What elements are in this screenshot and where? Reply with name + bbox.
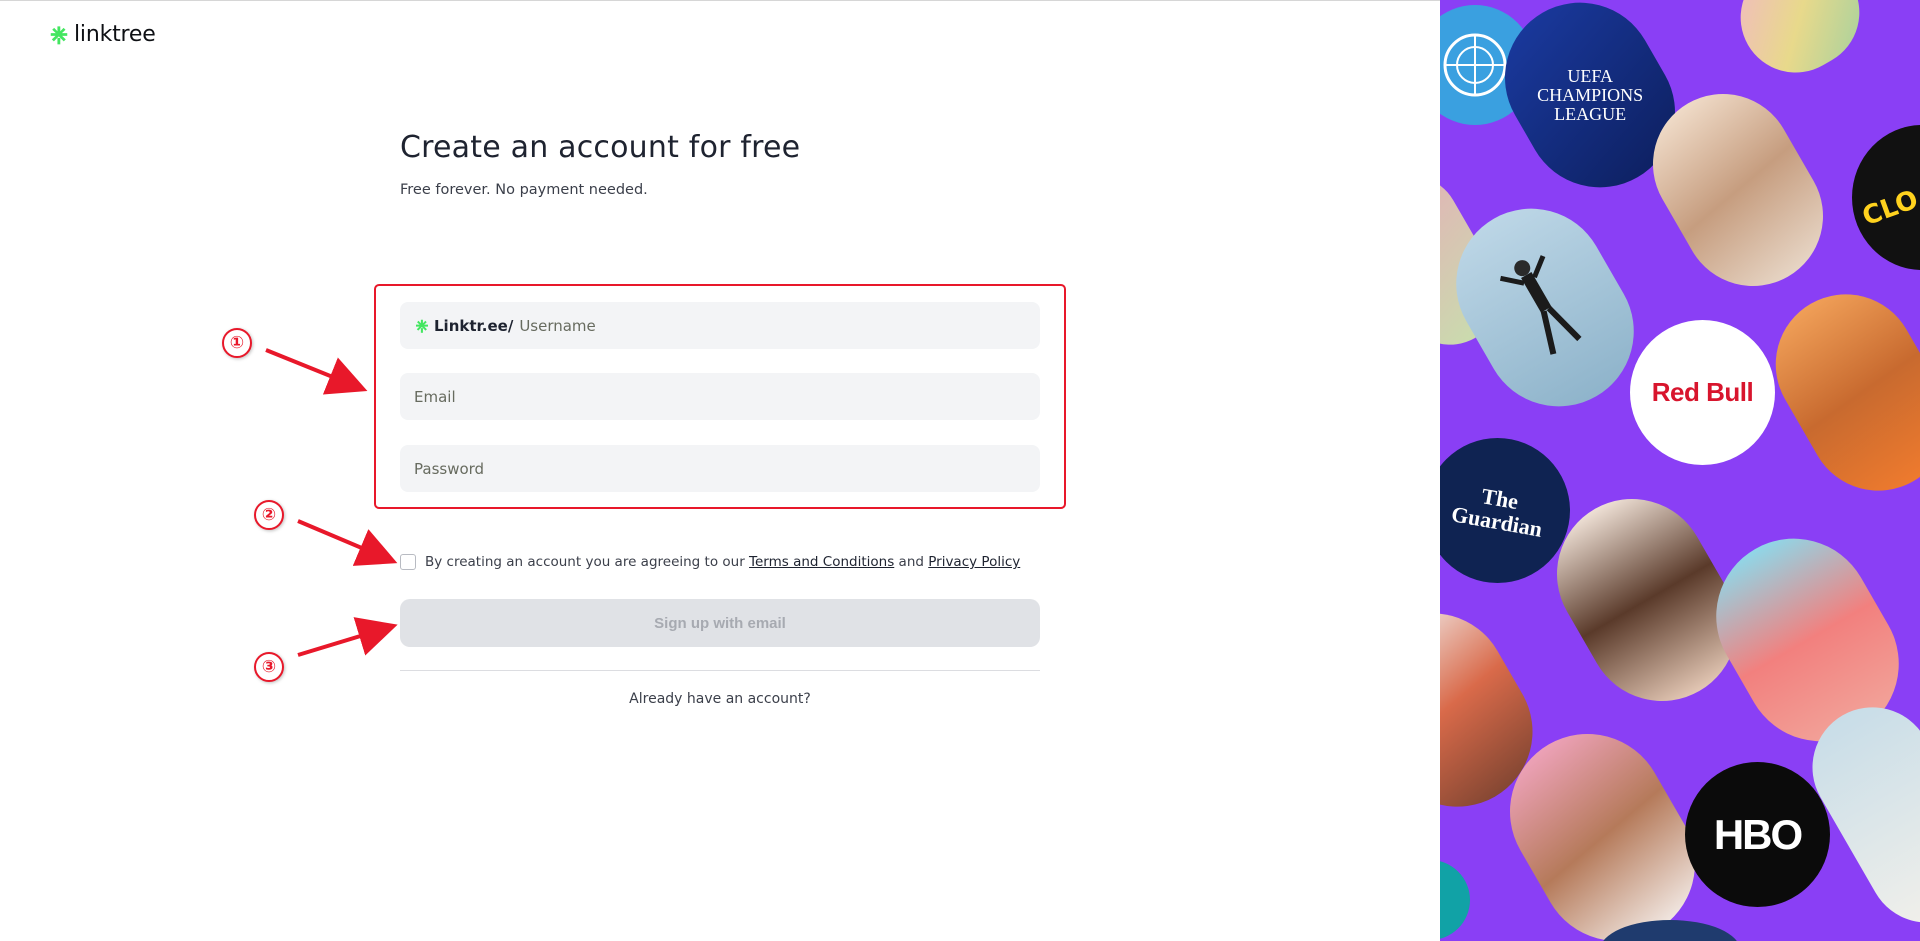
top-border — [0, 0, 1440, 1]
hbo-logo-tile: HBO — [1685, 762, 1830, 907]
signup-button[interactable]: Sign up with email — [400, 599, 1040, 647]
arrow-2 — [297, 519, 398, 566]
skateboarder-photo-tile — [1440, 181, 1662, 434]
privacy-link[interactable]: Privacy Policy — [928, 554, 1020, 570]
annotation-highlight-box — [374, 284, 1066, 509]
brand-collage-panel: UEFA CHAMPIONS LEAGUE CLO THE Red Bull T… — [1440, 0, 1920, 941]
arrow-1 — [265, 348, 368, 395]
page-subtitle: Free forever. No payment needed. — [400, 182, 648, 198]
terms-row: By creating an account you are agreeing … — [400, 554, 1020, 570]
arrow-3 — [297, 617, 398, 657]
guardian-logo-tile: The Guardian — [1440, 438, 1570, 583]
linktree-logo[interactable]: linktree — [48, 22, 156, 47]
teal-tile — [1440, 860, 1470, 940]
linktree-logo-icon — [50, 25, 68, 44]
redbull-logo-tile: Red Bull — [1630, 320, 1775, 465]
terms-text-middle: and — [894, 554, 929, 570]
hbo-label: HBO — [1713, 810, 1803, 858]
portrait-photo-tile-2 — [1750, 268, 1920, 517]
logo-text: linktree — [74, 22, 156, 47]
globe-icon — [1443, 33, 1507, 97]
guardian-label: The Guardian — [1449, 483, 1544, 543]
annotation-marker-2: ② — [254, 500, 284, 530]
divider — [400, 670, 1040, 671]
annotation-marker-3: ③ — [254, 652, 284, 682]
redbull-label: Red Bull — [1651, 377, 1754, 407]
terms-link[interactable]: Terms and Conditions — [749, 554, 894, 570]
annotation-marker-1: ① — [222, 328, 252, 358]
skater-figure-icon — [1499, 254, 1582, 355]
login-link[interactable]: Already have an account? — [400, 691, 1040, 707]
clothe-label: CLO THE — [1858, 162, 1920, 233]
floral-photo-tile — [1720, 0, 1880, 93]
champions-league-label: UEFA CHAMPIONS LEAGUE — [1536, 65, 1644, 124]
terms-checkbox[interactable] — [400, 554, 416, 570]
terms-text-before: By creating an account you are agreeing … — [425, 554, 750, 570]
page-title: Create an account for free — [400, 130, 801, 165]
clothe-logo-tile: CLO THE — [1852, 125, 1920, 270]
